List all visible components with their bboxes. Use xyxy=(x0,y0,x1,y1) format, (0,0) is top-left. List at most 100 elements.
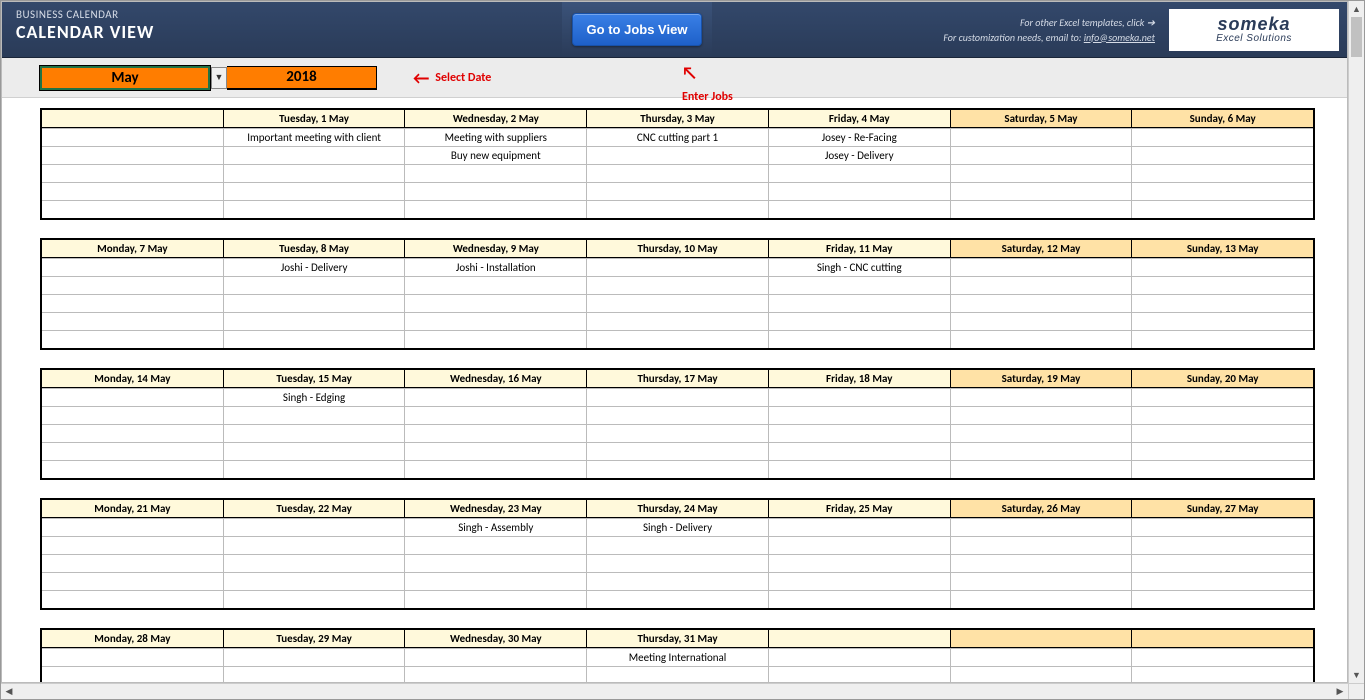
day-cell[interactable] xyxy=(404,460,586,478)
day-cell[interactable] xyxy=(1131,388,1313,406)
day-cell[interactable] xyxy=(1131,554,1313,572)
day-cell[interactable] xyxy=(223,312,405,330)
day-cell[interactable] xyxy=(950,406,1132,424)
day-cell[interactable] xyxy=(42,388,223,406)
day-cell[interactable] xyxy=(42,536,223,554)
day-cell[interactable] xyxy=(1131,518,1313,536)
day-cell[interactable] xyxy=(42,554,223,572)
day-cell[interactable]: Meeting International xyxy=(586,648,768,666)
day-cell[interactable] xyxy=(950,666,1132,683)
day-cell[interactable] xyxy=(768,554,950,572)
day-cell[interactable]: Singh - CNC cutting xyxy=(768,258,950,276)
day-cell[interactable] xyxy=(950,388,1132,406)
scroll-left-icon[interactable]: ◀ xyxy=(1,684,17,699)
day-cell[interactable]: Josey - Re-Facing xyxy=(768,128,950,146)
day-cell[interactable] xyxy=(223,460,405,478)
month-dropdown-handle[interactable]: ▼ xyxy=(211,67,227,89)
day-cell[interactable]: CNC cutting part 1 xyxy=(586,128,768,146)
day-cell[interactable] xyxy=(768,442,950,460)
day-cell[interactable] xyxy=(404,590,586,608)
day-cell[interactable] xyxy=(42,164,223,182)
day-cell[interactable] xyxy=(42,128,223,146)
day-cell[interactable] xyxy=(1131,276,1313,294)
day-cell[interactable] xyxy=(586,294,768,312)
day-cell[interactable] xyxy=(768,164,950,182)
day-cell[interactable] xyxy=(768,648,950,666)
day-cell[interactable] xyxy=(42,146,223,164)
hint-email-link[interactable]: info@someka.net xyxy=(1084,31,1155,44)
day-cell[interactable] xyxy=(404,164,586,182)
day-cell[interactable]: Singh - Edging xyxy=(223,388,405,406)
day-cell[interactable] xyxy=(1131,536,1313,554)
day-cell[interactable] xyxy=(1131,312,1313,330)
day-cell[interactable] xyxy=(768,330,950,348)
day-cell[interactable] xyxy=(1131,294,1313,312)
day-cell[interactable] xyxy=(586,312,768,330)
day-cell[interactable] xyxy=(404,312,586,330)
day-cell[interactable] xyxy=(950,424,1132,442)
day-cell[interactable] xyxy=(950,128,1132,146)
day-cell[interactable] xyxy=(586,442,768,460)
day-cell[interactable] xyxy=(223,406,405,424)
day-cell[interactable] xyxy=(950,648,1132,666)
scroll-down-icon[interactable]: ▼ xyxy=(1349,667,1364,683)
day-cell[interactable]: Josey - Delivery xyxy=(768,146,950,164)
day-cell[interactable] xyxy=(586,258,768,276)
day-cell[interactable] xyxy=(1131,146,1313,164)
day-cell[interactable] xyxy=(950,200,1132,218)
day-cell[interactable] xyxy=(42,406,223,424)
day-cell[interactable] xyxy=(768,536,950,554)
day-cell[interactable] xyxy=(223,182,405,200)
day-cell[interactable] xyxy=(1131,258,1313,276)
day-cell[interactable] xyxy=(950,554,1132,572)
day-cell[interactable] xyxy=(404,442,586,460)
day-cell[interactable] xyxy=(586,200,768,218)
day-cell[interactable] xyxy=(586,424,768,442)
day-cell[interactable] xyxy=(768,590,950,608)
day-cell[interactable] xyxy=(42,276,223,294)
day-cell[interactable] xyxy=(950,460,1132,478)
day-cell[interactable] xyxy=(586,460,768,478)
day-cell[interactable] xyxy=(223,294,405,312)
day-cell[interactable] xyxy=(404,572,586,590)
day-cell[interactable] xyxy=(950,572,1132,590)
day-cell[interactable] xyxy=(586,146,768,164)
month-selector[interactable]: May xyxy=(40,66,210,90)
day-cell[interactable] xyxy=(223,164,405,182)
day-cell[interactable] xyxy=(586,330,768,348)
day-cell[interactable] xyxy=(223,424,405,442)
hint-line-1-link[interactable]: click ➔ xyxy=(1127,16,1155,29)
day-cell[interactable] xyxy=(42,330,223,348)
day-cell[interactable] xyxy=(1131,460,1313,478)
day-cell[interactable] xyxy=(404,200,586,218)
day-cell[interactable] xyxy=(950,330,1132,348)
day-cell[interactable] xyxy=(768,294,950,312)
day-cell[interactable] xyxy=(1131,590,1313,608)
day-cell[interactable] xyxy=(1131,164,1313,182)
vertical-scrollbar[interactable]: ▲ ▼ xyxy=(1348,1,1364,683)
day-cell[interactable] xyxy=(404,536,586,554)
day-cell[interactable] xyxy=(950,536,1132,554)
day-cell[interactable] xyxy=(950,312,1132,330)
day-cell[interactable] xyxy=(586,554,768,572)
day-cell[interactable] xyxy=(42,312,223,330)
day-cell[interactable] xyxy=(223,200,405,218)
day-cell[interactable]: Buy new equipment xyxy=(404,146,586,164)
day-cell[interactable] xyxy=(768,276,950,294)
day-cell[interactable] xyxy=(586,182,768,200)
day-cell[interactable] xyxy=(42,442,223,460)
day-cell[interactable] xyxy=(586,406,768,424)
day-cell[interactable] xyxy=(1131,648,1313,666)
day-cell[interactable] xyxy=(950,518,1132,536)
day-cell[interactable] xyxy=(1131,330,1313,348)
day-cell[interactable]: Joshi - Installation xyxy=(404,258,586,276)
day-cell[interactable] xyxy=(1131,406,1313,424)
day-cell[interactable] xyxy=(586,572,768,590)
day-cell[interactable] xyxy=(223,648,405,666)
day-cell[interactable] xyxy=(586,666,768,683)
day-cell[interactable] xyxy=(1131,666,1313,683)
day-cell[interactable] xyxy=(223,554,405,572)
day-cell[interactable] xyxy=(768,460,950,478)
day-cell[interactable] xyxy=(950,146,1132,164)
day-cell[interactable] xyxy=(768,666,950,683)
